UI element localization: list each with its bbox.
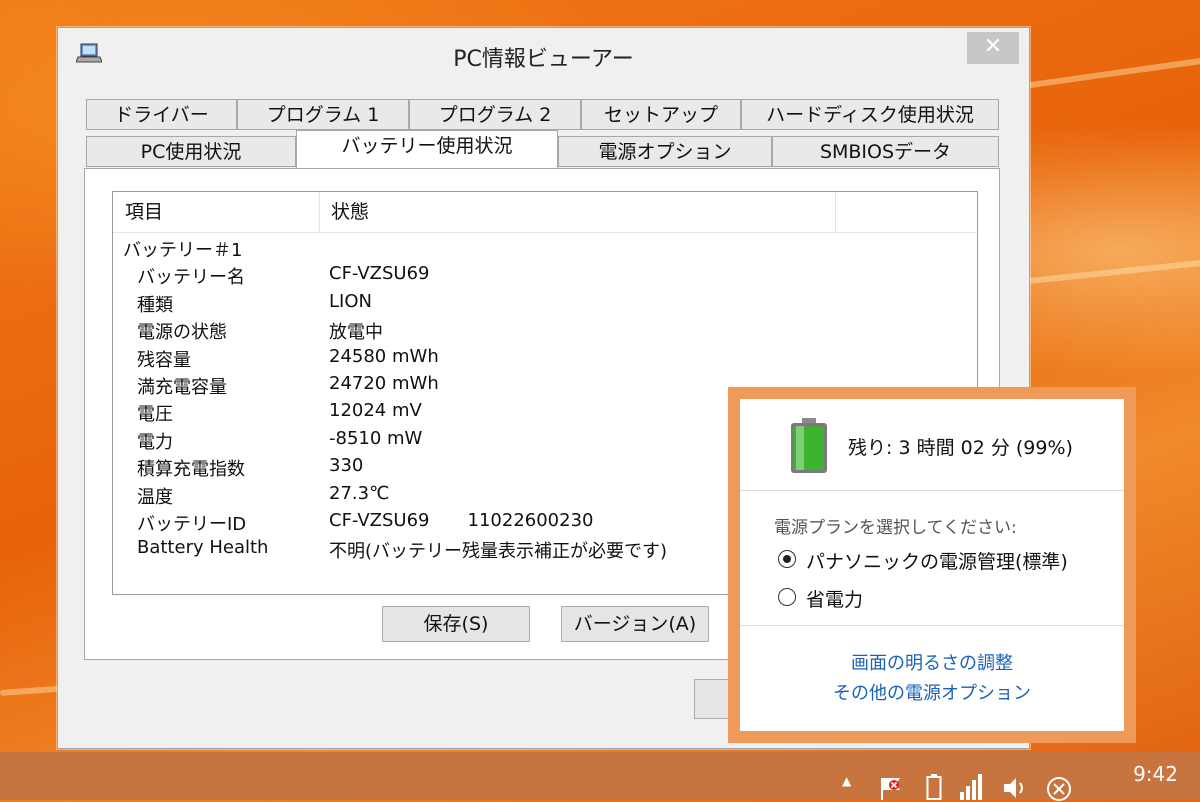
battery-flyout: 残り: 3 時間 02 分 (99%) 電源プランを選択してください: パナソニ… — [728, 387, 1136, 743]
radio-unselected-icon[interactable] — [778, 588, 796, 606]
item-value-extra: 11022600230 — [467, 510, 594, 531]
more-power-options-link[interactable]: その他の電源オプション — [740, 679, 1124, 705]
title-bar[interactable]: PC情報ビューアー ✕ — [58, 28, 1029, 82]
taskbar: ▲ 9:42 — [0, 752, 1200, 802]
action-center-flag-icon[interactable] — [878, 776, 904, 800]
item-value: 放電中 — [329, 318, 383, 344]
item-value: 24720 mWh — [329, 373, 439, 394]
tab-setup[interactable]: セットアップ — [581, 99, 741, 130]
item-value-text: CF-VZSU69 — [329, 510, 430, 531]
column-header-item[interactable]: 項目 — [125, 192, 163, 232]
item-label: 電力 — [137, 431, 173, 453]
item-label: バッテリー名 — [137, 267, 245, 289]
item-label: 電圧 — [137, 404, 173, 426]
battery-remaining-text: 残り: 3 時間 02 分 (99%) — [848, 437, 1073, 459]
item-value-text: CF-VZSU69 — [329, 263, 430, 285]
list-item[interactable]: バッテリー名 CF-VZSU69 — [113, 263, 977, 290]
divider — [740, 490, 1124, 491]
list-item[interactable]: 電源の状態 放電中 — [113, 318, 977, 345]
item-value: 不明(バッテリー残量表示補正が必要です) — [329, 537, 667, 563]
divider — [740, 625, 1124, 626]
version-button[interactable]: バージョン(A) — [561, 606, 709, 642]
item-label: バッテリーID — [137, 514, 247, 535]
wireless-disconnected-icon[interactable] — [1046, 776, 1072, 802]
item-value: 27.3℃ — [329, 483, 389, 504]
tab-power-options[interactable]: 電源オプション — [558, 136, 772, 167]
tab-program-1[interactable]: プログラム 1 — [237, 99, 409, 130]
item-label: 積算充電指数 — [137, 459, 245, 481]
item-label: 種類 — [137, 294, 173, 316]
item-value-text: 24720 mWh — [329, 373, 439, 394]
show-hidden-icons-button[interactable]: ▲ — [842, 774, 851, 788]
item-label: 電源の状態 — [137, 322, 227, 344]
column-divider[interactable] — [835, 192, 836, 232]
tab-hdd-usage[interactable]: ハードディスク使用状況 — [741, 99, 999, 130]
window-title: PC情報ビューアー — [453, 47, 634, 72]
item-value-text: 不明(バッテリー残量表示補正が必要です) — [329, 541, 668, 563]
item-value-text: 27.3℃ — [329, 482, 390, 504]
network-signal-icon[interactable] — [958, 774, 986, 800]
adjust-brightness-link[interactable]: 画面の明るさの調整 — [740, 649, 1124, 675]
tab-program-2[interactable]: プログラム 2 — [409, 99, 581, 130]
item-value-text: 330 — [329, 455, 364, 477]
tab-driver[interactable]: ドライバー — [86, 99, 237, 130]
item-value-text: 12024 mV — [329, 400, 422, 422]
close-button[interactable]: ✕ — [967, 32, 1019, 64]
item-label: 温度 — [137, 486, 173, 508]
list-item[interactable]: バッテリー＃1 — [113, 236, 977, 263]
item-value-text: 24580 mWh — [329, 345, 439, 367]
battery-flyout-content: 残り: 3 時間 02 分 (99%) 電源プランを選択してください: パナソニ… — [740, 399, 1124, 731]
item-value-text: -8510 mW — [329, 427, 423, 449]
volume-icon[interactable] — [1002, 776, 1028, 800]
battery-icon — [791, 418, 827, 473]
item-value: 12024 mV — [329, 400, 422, 421]
item-value: CF-VZSU69 11022600230 — [329, 510, 594, 531]
item-label: 満充電容量 — [137, 377, 227, 398]
radio-selected-icon[interactable] — [778, 550, 796, 568]
item-value: LION — [329, 291, 372, 312]
tab-pc-usage[interactable]: PC使用状況 — [86, 136, 296, 167]
tab-smbios-data[interactable]: SMBIOSデータ — [772, 136, 999, 167]
item-label: 残容量 — [137, 349, 191, 371]
column-divider[interactable] — [319, 192, 320, 232]
item-value-text: LION — [329, 290, 372, 312]
power-plan-label: 省電力 — [806, 589, 864, 611]
power-plan-label: パナソニックの電源管理(標準) — [806, 551, 1068, 573]
item-value: CF-VZSU69 — [329, 263, 430, 284]
item-value: 24580 mWh — [329, 346, 439, 367]
item-value: 330 — [329, 455, 363, 476]
list-item[interactable]: 種類 LION — [113, 291, 977, 318]
power-plan-prompt: 電源プランを選択してください: — [774, 518, 1017, 538]
item-label: バッテリー＃1 — [123, 240, 243, 261]
item-value: -8510 mW — [329, 428, 422, 449]
list-header: 項目 状態 — [113, 192, 977, 233]
taskbar-clock[interactable]: 9:42 — [1133, 762, 1178, 786]
save-button[interactable]: 保存(S) — [382, 606, 530, 642]
tab-battery-usage[interactable]: バッテリー使用状況 — [296, 130, 558, 168]
item-value-text: 放電中 — [329, 322, 383, 344]
list-item[interactable]: 残容量 24580 mWh — [113, 346, 977, 373]
item-label: Battery Health — [137, 537, 269, 559]
column-header-status[interactable]: 状態 — [331, 192, 369, 232]
battery-tray-icon[interactable] — [926, 774, 942, 800]
